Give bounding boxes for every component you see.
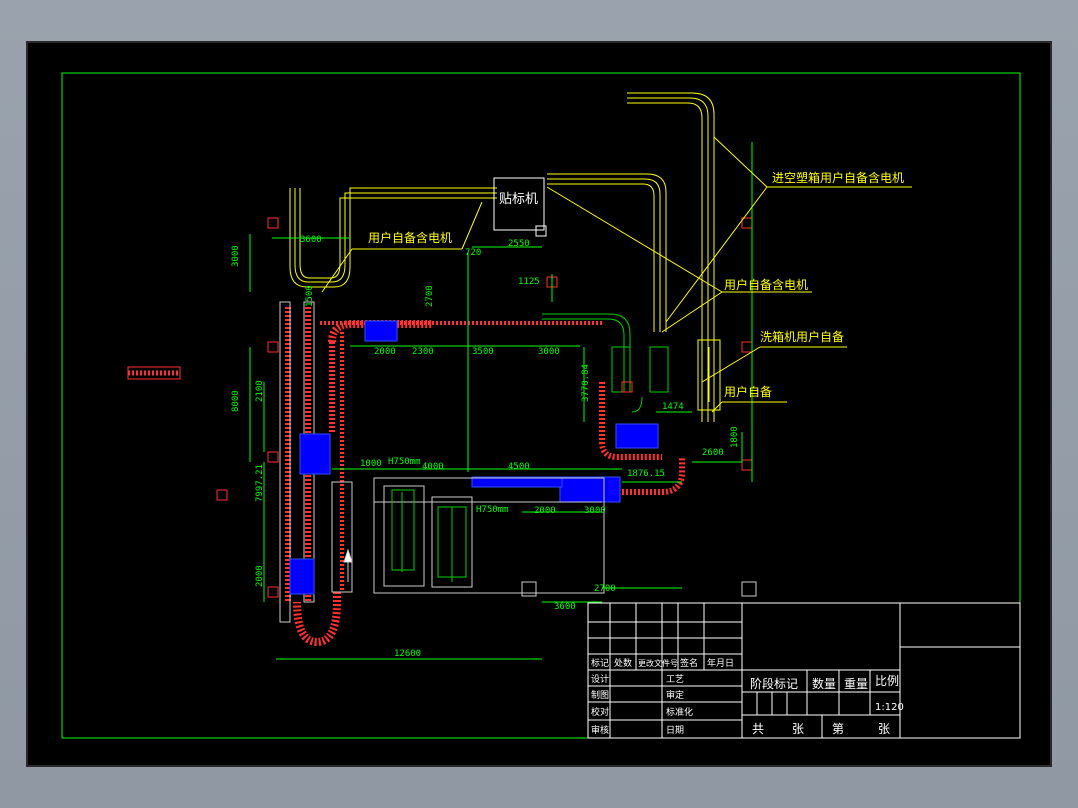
dim-2000-b: 2000 bbox=[534, 506, 556, 516]
tb-check: 校对 bbox=[591, 706, 609, 718]
cad-canvas[interactable]: 贴标机 用户自备含电机 进空塑箱用户自备含电机 用户自备含电机 洗箱机用户自备 … bbox=[26, 41, 1052, 767]
dim-8000: 8000 bbox=[231, 390, 241, 412]
tb-change-doc: 更改文件号 bbox=[638, 658, 678, 668]
dim-3770: 3770.84 bbox=[581, 364, 591, 402]
dim-4500: 4500 bbox=[508, 462, 530, 472]
lower-green-detail bbox=[391, 489, 467, 582]
dim-2300: 2300 bbox=[412, 347, 434, 357]
dim-12600: 12600 bbox=[394, 649, 421, 659]
dim-3000-b: 3000 bbox=[538, 347, 560, 357]
green-conveyor bbox=[542, 313, 669, 413]
tb-process: 工艺 bbox=[666, 674, 684, 685]
annotation-user-motor-2: 用户自备含电机 bbox=[724, 277, 808, 292]
labeler-machine bbox=[493, 177, 547, 237]
dim-2100: 2100 bbox=[255, 380, 265, 402]
dim-2700-b: 2700 bbox=[594, 584, 616, 594]
dim-3500: 3500 bbox=[472, 347, 494, 357]
dim-1876: 1876.15 bbox=[627, 469, 665, 479]
dim-h750-b: H750mm bbox=[476, 505, 509, 515]
tb-quantity: 数量 bbox=[812, 676, 836, 691]
tb-design: 设计 bbox=[591, 673, 609, 685]
dim-1125: 1125 bbox=[518, 277, 540, 287]
dim-3000-c: 3000 bbox=[584, 506, 606, 516]
dim-2000-a: 2000 bbox=[374, 347, 396, 357]
tb-date: 年月日 bbox=[707, 657, 734, 669]
dim-4000: 4000 bbox=[422, 462, 444, 472]
dim-2600: 2600 bbox=[702, 448, 724, 458]
dim-2700: 2700 bbox=[425, 285, 435, 307]
tb-approve: 审核 bbox=[591, 724, 609, 736]
tb-scale-value: 1:120 bbox=[875, 702, 904, 713]
annotation-user-supplied: 用户自备 bbox=[724, 384, 772, 399]
tb-drawing: 制图 bbox=[591, 689, 609, 701]
dim-2000-left: 2000 bbox=[255, 565, 265, 587]
dim-7997: 7997.21 bbox=[255, 464, 265, 502]
tb-stage-mark: 阶段标记 bbox=[750, 676, 798, 691]
tb-review: 审定 bbox=[666, 689, 684, 701]
dim-1000: 1000 bbox=[360, 459, 382, 469]
tb-mark: 标记 bbox=[591, 657, 609, 669]
yellow-conveyor-vertical-right bbox=[697, 339, 721, 411]
tb-approve-date: 日期 bbox=[666, 725, 684, 736]
tb-sign: 签名 bbox=[680, 657, 698, 669]
annotation-plastic-box-motor: 进空塑箱用户自备含电机 bbox=[772, 170, 904, 185]
layout-drawing: 贴标机 用户自备含电机 进空塑箱用户自备含电机 用户自备含电机 洗箱机用户自备 … bbox=[61, 72, 1021, 739]
dim-2550: 2550 bbox=[508, 239, 530, 249]
tb-sheets: 张 bbox=[792, 722, 804, 736]
blue-blocks bbox=[289, 320, 659, 595]
dim-1800: 1800 bbox=[730, 426, 740, 448]
tb-sheets2: 张 bbox=[878, 722, 890, 736]
tb-weight: 重量 bbox=[844, 677, 868, 691]
dim-3000: 3000 bbox=[231, 245, 241, 267]
dim-1474: 1474 bbox=[662, 402, 684, 412]
yellow-conveyor-top-right bbox=[627, 92, 715, 422]
tb-scale: 比例 bbox=[875, 674, 899, 688]
tb-standard: 标准化 bbox=[666, 706, 693, 718]
dim-h750-a: H750mm bbox=[388, 457, 421, 467]
tb-sheet-no: 第 bbox=[832, 722, 844, 736]
dim-3600-top: 3600 bbox=[300, 235, 322, 245]
labeler-label: 贴标机 bbox=[499, 192, 538, 207]
tb-total: 共 bbox=[752, 722, 764, 736]
annotation-box-washer: 洗箱机用户自备 bbox=[760, 329, 844, 344]
title-block-grid bbox=[587, 602, 1021, 739]
legend-block bbox=[127, 366, 181, 380]
dimension-lines bbox=[249, 142, 753, 660]
tb-count: 处数 bbox=[614, 657, 632, 669]
dim-1500: 1500 bbox=[305, 285, 315, 307]
annotation-user-motor-1: 用户自备含电机 bbox=[368, 230, 452, 245]
dim-3600-b: 3600 bbox=[554, 602, 576, 612]
dim-720: 720 bbox=[465, 248, 481, 258]
